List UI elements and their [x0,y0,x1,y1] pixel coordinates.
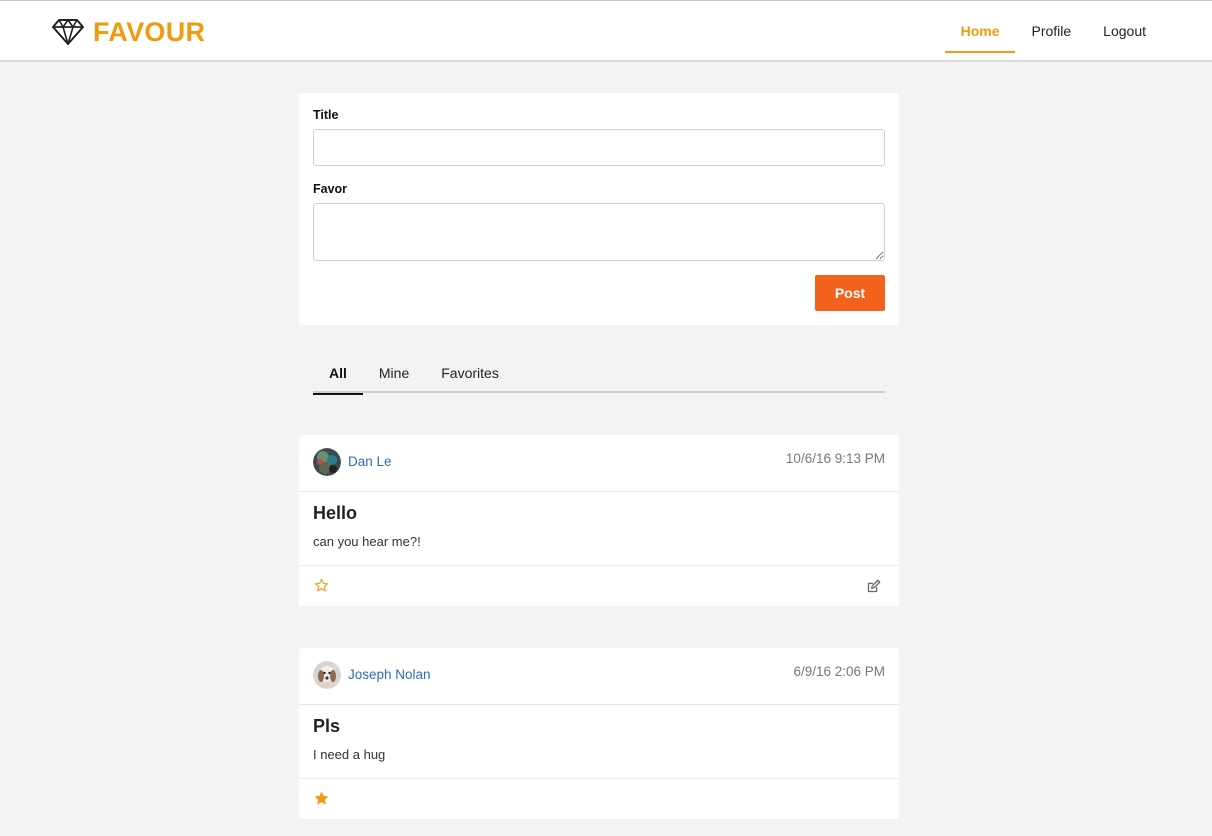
feed-tabs: All Mine Favorites [313,352,885,395]
tab-favorites[interactable]: Favorites [425,352,515,393]
new-favor-form: Title Favor Post [299,93,899,325]
tab-mine[interactable]: Mine [363,352,425,393]
user-avatar-icon [313,661,341,689]
avatar[interactable] [313,448,341,476]
favor-label: Favor [313,182,348,196]
title-label: Title [313,108,339,122]
post-body: can you hear me?! [313,534,421,549]
post-footer [299,565,899,606]
avatar[interactable] [313,661,341,689]
tab-all[interactable]: All [313,352,363,395]
nav-home[interactable]: Home [944,1,1016,61]
nav-logout[interactable]: Logout [1087,1,1162,61]
post-title: Hello [313,503,358,523]
user-avatar-icon [313,448,341,476]
edit-icon[interactable] [866,579,881,594]
main-nav: Home Profile Logout [944,1,1162,61]
top-navbar: FAVOUR Home Profile Logout [0,0,1212,62]
post-header: Joseph Nolan 6/9/16 2:06 PM [299,648,899,705]
brand[interactable]: FAVOUR [51,15,205,49]
post-timestamp: 10/6/16 9:13 PM [785,451,885,466]
post-author-link[interactable]: Joseph Nolan [348,667,431,682]
post-button[interactable]: Post [815,275,885,311]
post-card: Joseph Nolan 6/9/16 2:06 PM Pls I need a… [299,648,899,819]
nav-profile[interactable]: Profile [1015,1,1087,61]
post-card: Dan Le 10/6/16 9:13 PM Hello can you hea… [299,435,899,606]
star-filled-icon[interactable] [314,791,329,806]
post-timestamp: 6/9/16 2:06 PM [793,664,885,679]
brand-name: FAVOUR [93,16,206,47]
post-body: I need a hug [313,747,386,762]
post-author-link[interactable]: Dan Le [348,454,392,469]
post-title: Pls [313,716,341,736]
favor-textarea[interactable] [313,203,885,261]
post-footer [299,778,899,819]
title-input[interactable] [313,129,885,166]
post-header: Dan Le 10/6/16 9:13 PM [299,435,899,492]
star-outline-icon[interactable] [314,578,329,593]
diamond-logo-icon [52,19,84,45]
